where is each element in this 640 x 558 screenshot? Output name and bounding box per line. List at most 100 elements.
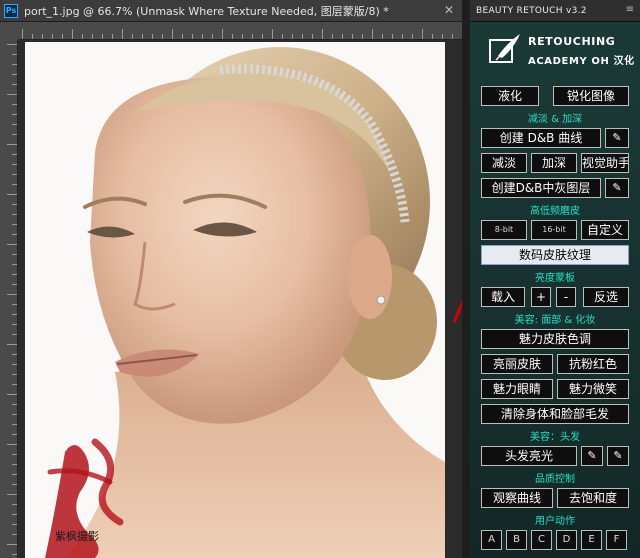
ruler-tick xyxy=(7,494,17,495)
ruler-tick xyxy=(12,414,17,415)
action-f-button[interactable]: F xyxy=(606,530,627,550)
ruler-tick xyxy=(162,34,163,39)
portrait-photo[interactable]: 紫枫摄影 xyxy=(25,42,445,558)
ruler-tick xyxy=(302,34,303,39)
ruler-tick xyxy=(12,64,17,65)
ruler-tick xyxy=(12,454,17,455)
section-face-makeup: 美容: 面部 & 化妆 xyxy=(514,315,596,326)
vertical-ruler[interactable] xyxy=(0,40,18,558)
panel-tab-bar: BEAUTY RETOUCH v3.2 ≡ xyxy=(470,0,640,22)
brush-icon[interactable]: ✎ xyxy=(605,128,629,148)
ruler-tick xyxy=(12,154,17,155)
load-button[interactable]: 载入 xyxy=(481,287,525,307)
ruler-tick xyxy=(12,314,17,315)
ruler-tick xyxy=(12,264,17,265)
ruler-tick xyxy=(7,94,17,95)
ruler-tick xyxy=(12,124,17,125)
ruler-tick xyxy=(292,34,293,39)
plus-button[interactable]: + xyxy=(531,287,551,307)
bright-skin-button[interactable]: 亮丽皮肤 xyxy=(481,354,553,374)
horizontal-ruler[interactable] xyxy=(18,22,462,40)
photoshop-icon: Ps xyxy=(4,3,18,18)
feather-pen-icon xyxy=(489,34,520,63)
ruler-tick xyxy=(132,34,133,39)
burn-button[interactable]: 加深 xyxy=(531,153,577,173)
digital-skin-texture-button[interactable]: 数码皮肤纹理 xyxy=(481,245,629,265)
sharpen-button[interactable]: 锐化图像 xyxy=(553,86,629,106)
anti-redness-button[interactable]: 抗粉红色 xyxy=(557,354,629,374)
custom-button[interactable]: 自定义 xyxy=(581,220,629,240)
invert-button[interactable]: 反选 xyxy=(583,287,629,307)
liquify-button[interactable]: 液化 xyxy=(481,86,539,106)
hair-removal-button[interactable]: 清除身体和脸部毛发 xyxy=(481,404,629,424)
ruler-tick xyxy=(12,134,17,135)
skin-tone-button[interactable]: 魅力皮肤色调 xyxy=(481,329,629,349)
hair-shine-button[interactable]: 头发亮光 xyxy=(481,446,577,466)
8bit-button[interactable]: 8-bit xyxy=(481,220,527,240)
section-hair: 美容：头发 xyxy=(530,432,580,443)
visual-helper-button[interactable]: 视觉助手 xyxy=(581,153,629,173)
ruler-tick xyxy=(322,29,323,39)
ruler-tick xyxy=(22,29,23,39)
brush-icon[interactable]: ✎ xyxy=(581,446,603,466)
action-b-button[interactable]: B xyxy=(506,530,527,550)
ruler-tick xyxy=(12,224,17,225)
ruler-tick xyxy=(82,34,83,39)
document-tab[interactable]: Ps port_1.jpg @ 66.7% (Unmask Where Text… xyxy=(0,0,462,22)
ruler-tick xyxy=(12,114,17,115)
16bit-button[interactable]: 16-bit xyxy=(531,220,577,240)
ruler-tick xyxy=(12,384,17,385)
ruler-tick xyxy=(392,34,393,39)
section-frequency-separation: 高低频磨皮 xyxy=(530,206,580,217)
brush-icon[interactable]: ✎ xyxy=(607,446,629,466)
ruler-tick xyxy=(12,174,17,175)
close-document-icon[interactable]: ✕ xyxy=(444,3,454,17)
panel-menu-icon[interactable]: ≡ xyxy=(626,4,634,15)
ruler-tick xyxy=(12,74,17,75)
ruler-tick xyxy=(382,34,383,39)
action-c-button[interactable]: C xyxy=(531,530,552,550)
ruler-tick xyxy=(12,324,17,325)
brush-icon[interactable]: ✎ xyxy=(605,178,629,198)
create-db-curves-button[interactable]: 创建 D&B 曲线 xyxy=(481,128,601,148)
ruler-tick xyxy=(112,34,113,39)
section-dodge-burn: 减淡 & 加深 xyxy=(527,114,583,125)
panel-divider[interactable] xyxy=(462,0,470,558)
logo-line2: ACADEMY OH 汉化 xyxy=(528,56,635,67)
ruler-tick xyxy=(12,474,17,475)
ruler-tick xyxy=(262,34,263,39)
ruler-tick xyxy=(7,544,17,545)
document-title: port_1.jpg @ 66.7% (Unmask Where Texture… xyxy=(24,4,389,18)
ruler-tick xyxy=(12,434,17,435)
minus-button[interactable]: - xyxy=(556,287,576,307)
ruler-tick xyxy=(72,29,73,39)
desaturate-button[interactable]: 去饱和度 xyxy=(557,488,629,508)
observe-curves-button[interactable]: 观察曲线 xyxy=(481,488,553,508)
smile-button[interactable]: 魅力微笑 xyxy=(557,379,629,399)
ruler-tick xyxy=(372,29,373,39)
ruler-tick xyxy=(12,104,17,105)
ruler-tick xyxy=(12,484,17,485)
ruler-tick xyxy=(12,524,17,525)
panel-tab-title[interactable]: BEAUTY RETOUCH v3.2 xyxy=(476,6,587,16)
watermark-text: 紫枫摄影 xyxy=(55,529,99,543)
ruler-tick xyxy=(442,34,443,39)
ruler-tick xyxy=(7,344,17,345)
ruler-tick xyxy=(12,464,17,465)
dodge-button[interactable]: 减淡 xyxy=(481,153,527,173)
ruler-tick xyxy=(192,34,193,39)
section-user-actions: 用户动作 xyxy=(535,516,575,527)
ruler-tick xyxy=(12,374,17,375)
ruler-tick xyxy=(12,364,17,365)
ruler-tick xyxy=(452,34,453,39)
portrait-image: 紫枫摄影 xyxy=(25,42,445,558)
eyes-button[interactable]: 魅力眼睛 xyxy=(481,379,553,399)
create-db-gray-layer-button[interactable]: 创建D&B中灰图层 xyxy=(481,178,601,198)
ruler-tick xyxy=(7,144,17,145)
action-d-button[interactable]: D xyxy=(556,530,577,550)
ruler-tick xyxy=(432,34,433,39)
ruler-tick xyxy=(332,34,333,39)
action-e-button[interactable]: E xyxy=(581,530,602,550)
action-a-button[interactable]: A xyxy=(481,530,502,550)
ruler-tick xyxy=(242,34,243,39)
